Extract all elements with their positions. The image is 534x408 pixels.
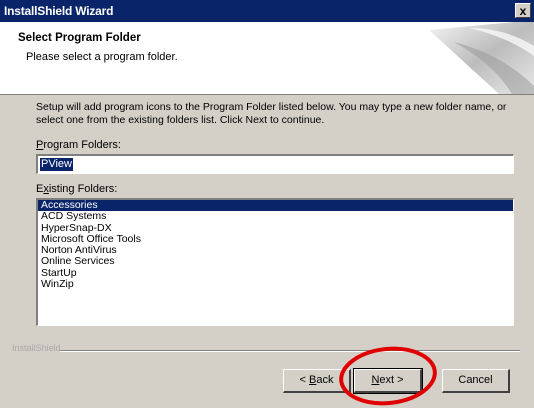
list-item[interactable]: Online Services — [38, 256, 513, 268]
page-title: Select Program Folder — [18, 32, 141, 44]
list-item[interactable]: StartUp — [38, 267, 513, 279]
back-button-rest: ack — [316, 374, 334, 386]
window-title: InstallShield Wizard — [4, 4, 114, 18]
page-subtitle: Please select a program folder. — [26, 51, 178, 63]
existing-folders-list[interactable]: Accessories ACD Systems HyperSnap-DX Mic… — [36, 198, 514, 326]
title-bar: InstallShield Wizard x — [0, 0, 534, 22]
instructions-text: Setup will add program icons to the Prog… — [36, 101, 507, 126]
program-folder-input[interactable]: PView — [36, 154, 514, 174]
highlight-circle-annotation — [339, 346, 437, 406]
program-folders-label-rest: rogram Folders: — [43, 139, 121, 151]
list-item[interactable]: WinZip — [38, 278, 513, 290]
list-item[interactable]: Accessories — [38, 200, 513, 212]
existing-folders-label: Existing Folders: — [36, 183, 117, 195]
close-button[interactable]: x — [515, 3, 531, 18]
program-folders-label: Program Folders: — [36, 139, 121, 151]
installshield-graphic-icon — [429, 22, 534, 94]
wizard-header: Select Program Folder Please select a pr… — [0, 22, 534, 95]
footer-divider — [60, 350, 520, 352]
existing-folders-label-rest: isting Folders: — [48, 183, 118, 195]
installshield-brand: InstallShield — [12, 343, 61, 353]
list-item[interactable]: ACD Systems — [38, 210, 513, 222]
back-button-prefix: < — [299, 374, 309, 386]
cancel-button[interactable]: Cancel — [442, 369, 510, 393]
program-folder-value[interactable]: PView — [40, 158, 73, 171]
